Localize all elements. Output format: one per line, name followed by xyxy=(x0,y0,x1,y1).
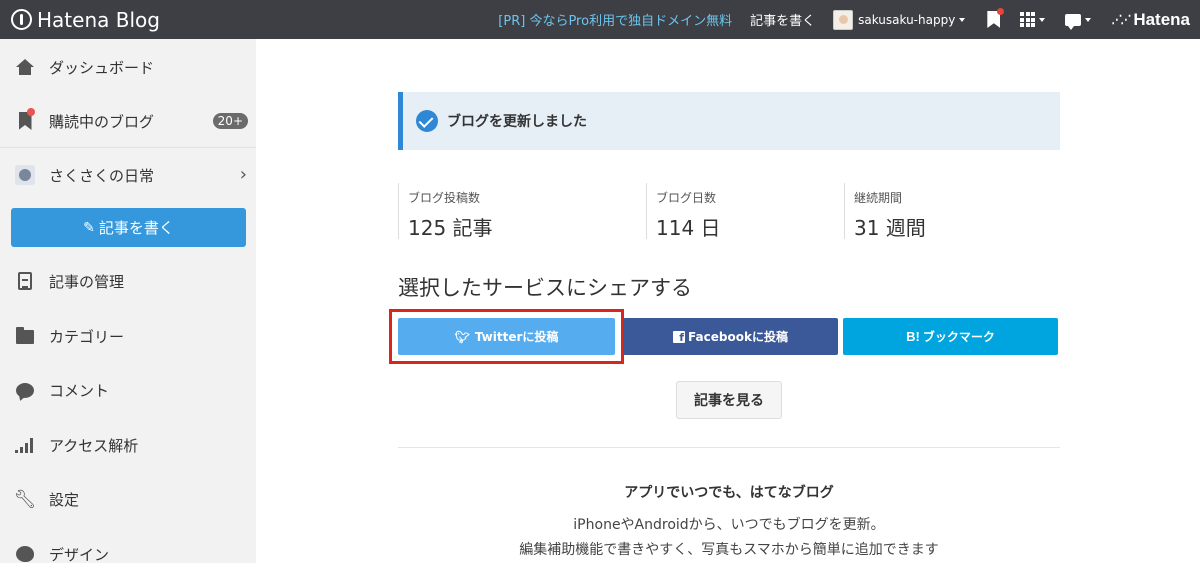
check-circle-icon xyxy=(416,110,438,132)
stat-post-count: ブログ投稿数 125 記事 xyxy=(398,183,643,240)
stat-label: ブログ日数 xyxy=(656,191,717,205)
main-content: ブログを更新しました ブログ投稿数 125 記事 ブログ日数 114 日 継続期… xyxy=(256,39,1200,563)
hatena-bookmark-button[interactable]: B! ブックマーク xyxy=(843,318,1058,355)
palette-icon xyxy=(16,546,34,562)
chevron-down-icon xyxy=(1085,17,1092,22)
chevron-down-icon xyxy=(959,17,966,22)
sidebar-item-label: ダッシュボード xyxy=(49,58,155,77)
chevron-right-icon: › xyxy=(239,164,247,185)
sidebar-item-label: カテゴリー xyxy=(49,327,125,346)
sidebar-item-label: さくさくの日常 xyxy=(49,166,155,185)
sidebar-item-label: デザイン xyxy=(49,545,110,563)
sidebar-item-subscriptions[interactable]: 購読中のブログ 20+ xyxy=(0,94,256,148)
stat-streak: 継続期間 31 週間 xyxy=(844,183,1060,240)
stat-value: 31 週間 xyxy=(854,216,926,240)
hatena-logo-icon xyxy=(11,9,32,30)
document-icon xyxy=(18,272,32,290)
subscription-count-badge: 20+ xyxy=(212,113,248,129)
sidebar-item-design[interactable]: デザイン xyxy=(0,527,256,563)
blog-stats: ブログ投稿数 125 記事 ブログ日数 114 日 継続期間 31 週間 xyxy=(398,183,1060,240)
stat-value: 114 日 xyxy=(656,216,721,240)
highlight-box xyxy=(389,309,624,364)
grid-icon xyxy=(1020,12,1036,27)
blog-avatar xyxy=(15,165,35,185)
stat-label: ブログ投稿数 xyxy=(408,191,481,205)
promo-link[interactable]: [PR] 今ならPro利用で独自ドメイン無料 xyxy=(498,10,732,29)
edit-icon: ✎ xyxy=(83,219,95,236)
chevron-down-icon xyxy=(1039,17,1046,22)
hatena-signal-icon: ⋰⋰ xyxy=(1111,14,1131,26)
facebook-share-button[interactable]: f Facebookに投稿 xyxy=(623,318,838,355)
home-icon xyxy=(16,59,34,75)
hatena-blog-logo[interactable]: Hatena Blog xyxy=(11,8,160,32)
facebook-share-label: Facebookに投稿 xyxy=(688,330,788,344)
sidebar-item-label: 購読中のブログ xyxy=(49,112,155,131)
write-article-button[interactable]: ✎ 記事を書く xyxy=(11,208,246,247)
top-bar: Hatena Blog [PR] 今ならPro利用で独自ドメイン無料 記事を書く… xyxy=(0,0,1200,39)
topbar-write-link[interactable]: 記事を書く xyxy=(750,10,815,29)
app-promo-line: 編集補助機能で書きやすく、写真もスマホから簡単に追加できます xyxy=(519,542,939,558)
section-divider xyxy=(398,447,1060,448)
sidebar-item-dashboard[interactable]: ダッシュボード xyxy=(0,40,256,94)
sidebar-item-label: コメント xyxy=(49,381,110,400)
sidebar-item-articles[interactable]: 記事の管理 xyxy=(0,254,256,308)
view-article-button[interactable]: 記事を見る xyxy=(676,381,782,419)
notification-dot xyxy=(997,8,1005,15)
app-promo-line: iPhoneやAndroidから、いつでもブログを更新。 xyxy=(573,517,885,533)
folder-icon xyxy=(16,327,34,344)
comment-icon xyxy=(16,382,34,398)
bookmark-button[interactable] xyxy=(987,8,1005,28)
write-article-label: 記事を書く xyxy=(98,219,174,237)
bar-chart-icon xyxy=(15,437,35,453)
hatena-bookmark-icon: B! xyxy=(906,329,920,344)
app-promo-title: アプリでいつでも、はてなブログ xyxy=(624,485,834,501)
hatena-bookmark-label: ブックマーク xyxy=(922,330,995,344)
user-avatar xyxy=(833,9,854,30)
top-bar-right: [PR] 今ならPro利用で独自ドメイン無料 記事を書く sakusaku-ha… xyxy=(498,0,1200,39)
stat-blog-days: ブログ日数 114 日 xyxy=(646,183,844,240)
sidebar-item-comments[interactable]: コメント xyxy=(0,363,256,417)
logo-text: Hatena Blog xyxy=(37,7,160,32)
success-notice-text: ブログを更新しました xyxy=(447,114,587,130)
sidebar: ダッシュボード 購読中のブログ 20+ さくさくの日常 › ✎ 記事を書く 記事… xyxy=(0,39,256,563)
hatena-brand-text: Hatena xyxy=(1133,9,1190,29)
sidebar-item-label: 記事の管理 xyxy=(49,272,125,291)
sidebar-item-categories[interactable]: カテゴリー xyxy=(0,309,256,363)
facebook-icon: f xyxy=(673,330,686,343)
notification-dot xyxy=(27,108,35,116)
sidebar-item-analytics[interactable]: アクセス解析 xyxy=(0,418,256,472)
success-notice: ブログを更新しました xyxy=(398,92,1060,150)
sidebar-item-label: アクセス解析 xyxy=(49,436,139,455)
share-heading: 選択したサービスにシェアする xyxy=(398,276,692,300)
username: sakusaku-happy xyxy=(858,12,956,27)
stat-value: 125 記事 xyxy=(408,216,493,240)
speech-bubble-icon xyxy=(1065,13,1082,30)
notifications-button[interactable] xyxy=(1065,13,1092,30)
hatena-brand-link[interactable]: ⋰⋰ Hatena xyxy=(1111,10,1190,30)
sidebar-item-label: 設定 xyxy=(49,490,80,509)
sidebar-item-settings[interactable]: 🔧︎ 設定 xyxy=(0,472,256,526)
sidebar-item-blog[interactable]: さくさくの日常 › xyxy=(0,148,256,202)
apps-menu-button[interactable] xyxy=(1020,12,1046,27)
wrench-icon: 🔧︎ xyxy=(13,488,37,510)
stat-label: 継続期間 xyxy=(854,191,903,205)
user-menu[interactable]: sakusaku-happy xyxy=(833,9,966,30)
